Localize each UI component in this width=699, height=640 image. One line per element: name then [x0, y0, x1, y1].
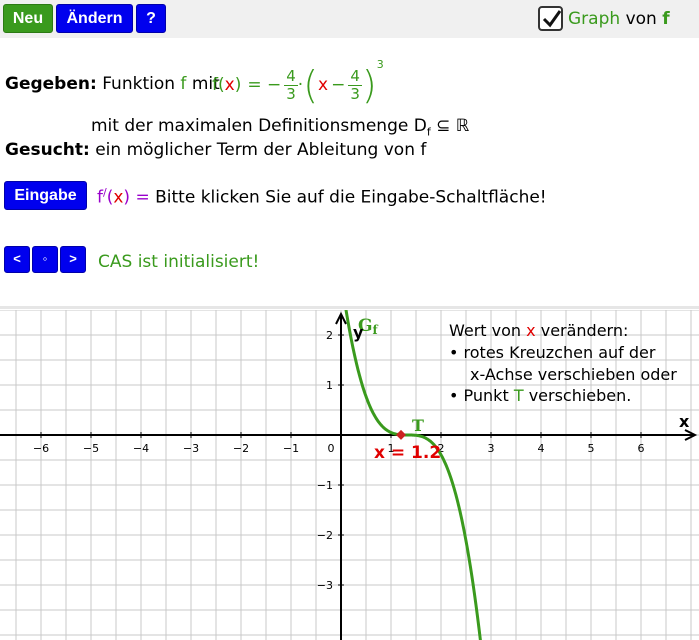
x-tick-label: 4: [538, 442, 545, 455]
y-tick-label: −2: [317, 529, 333, 542]
x-tick-label: −2: [233, 442, 249, 455]
edit-button[interactable]: Ändern: [56, 4, 133, 33]
y-axis-label: y: [353, 323, 364, 342]
hint-box: Wert von x verändern: • rotes Kreuzchen …: [449, 321, 677, 405]
svg-text:• rotes Kreuzchen auf der: • rotes Kreuzchen auf der: [449, 343, 656, 362]
given-label: Gegeben:: [5, 74, 97, 94]
input-button[interactable]: Eingabe: [4, 181, 87, 210]
input-message: Bitte klicken Sie auf die Eingabe-Schalt…: [155, 187, 547, 208]
svg-text:x-Achse verschieben oder: x-Achse verschieben oder: [470, 365, 677, 384]
point-t-label: T: [412, 416, 424, 435]
x-tick-label: 0: [328, 442, 335, 455]
sought-label: Gesucht:: [5, 140, 90, 160]
y-tick-label: 1: [326, 379, 333, 392]
given-line: Gegeben: Funktion f mit: [5, 74, 220, 94]
point-t[interactable]: [396, 429, 406, 440]
help-button[interactable]: ?: [136, 4, 166, 33]
function-formula: f(x) = − 43 · ( x − 43 ) 3: [212, 58, 384, 107]
x-tick-label: −5: [83, 442, 99, 455]
graph-checkbox-label: Graph von f: [568, 9, 670, 29]
y-tick-label: −3: [317, 579, 333, 592]
x-tick-label: −4: [133, 442, 149, 455]
x-value-label: x = 1.2: [374, 443, 441, 463]
svg-text:• Punkt T verschieben.: • Punkt T verschieben.: [449, 386, 631, 405]
x-tick-label: 3: [488, 442, 495, 455]
point-t-marker: [396, 429, 406, 440]
x-tick-label: 6: [638, 442, 645, 455]
separator: [0, 306, 699, 309]
sought-line: Gesucht: ein möglicher Term der Ableitun…: [5, 140, 427, 160]
next-button[interactable]: >: [60, 246, 86, 273]
domain-line: mit der maximalen Definitionsmenge Df ⊆ …: [91, 116, 470, 139]
x-tick-label: −1: [283, 442, 299, 455]
cas-status: CAS ist initialisiert!: [98, 252, 260, 272]
y-tick-label: −1: [317, 479, 333, 492]
prev-button[interactable]: <: [4, 246, 30, 273]
x-tick-label: 5: [588, 442, 595, 455]
new-button[interactable]: Neu: [3, 4, 53, 33]
x-tick-label: −3: [183, 442, 199, 455]
graph-checkbox[interactable]: [538, 6, 563, 31]
reset-button[interactable]: ◦: [32, 246, 58, 273]
function-plot[interactable]: −6 −5 −4 −3 −2 −1 0 1 2 3 4 5 621−1−2−3 Gf y x T x =…: [0, 310, 699, 640]
derivative-line: f/(x) = Bitte klicken Sie auf die Eingab…: [97, 186, 547, 208]
y-tick-label: 2: [326, 329, 333, 342]
x-axis-label: x: [679, 412, 690, 431]
svg-text:Wert von x verändern:: Wert von x verändern:: [449, 321, 628, 340]
x-tick-label: −6: [33, 442, 49, 455]
checkmark-icon: [542, 10, 562, 28]
